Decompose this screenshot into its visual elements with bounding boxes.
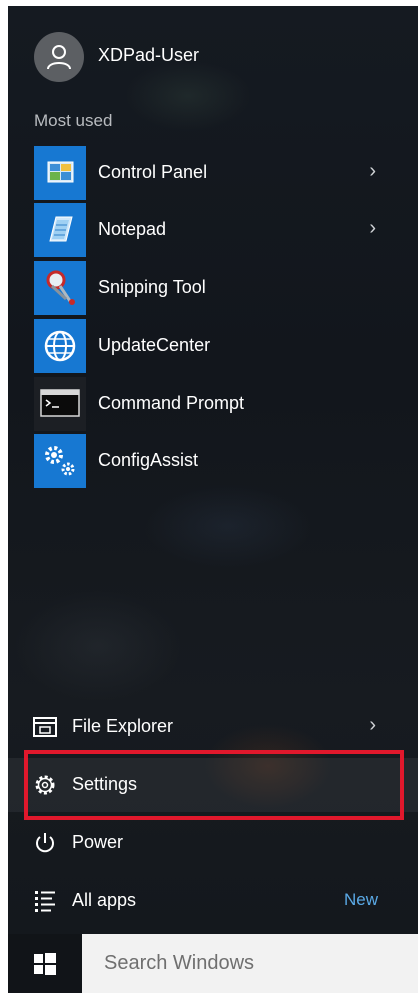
all-apps-label: All apps	[72, 890, 137, 910]
notepad-icon	[34, 203, 86, 257]
folder-icon	[32, 714, 58, 740]
app-label: ConfigAssist	[98, 450, 199, 470]
user-account[interactable]: XDPad-User	[8, 28, 418, 84]
app-label: Notepad	[98, 219, 167, 239]
app-label: Control Panel	[98, 162, 208, 182]
gears-icon	[34, 434, 86, 488]
search-input[interactable]	[82, 934, 418, 993]
chevron-right-icon[interactable]: ›	[369, 714, 376, 737]
app-item-updatecenter[interactable]: UpdateCenter	[8, 319, 418, 375]
app-label: Command Prompt	[98, 393, 245, 413]
settings-item[interactable]: Settings	[8, 758, 418, 812]
user-name: XDPad-User	[98, 45, 200, 65]
globe-icon	[34, 319, 86, 373]
file-explorer-label: File Explorer	[72, 716, 174, 736]
snipping-tool-icon	[34, 261, 86, 315]
start-button[interactable]	[8, 934, 82, 993]
person-icon	[34, 32, 84, 82]
most-used-heading: Most used	[34, 111, 113, 130]
new-badge: New	[343, 890, 378, 909]
all-apps-item[interactable]: All apps New	[8, 874, 418, 928]
gear-icon	[32, 772, 58, 798]
windows-logo-icon	[34, 953, 56, 975]
settings-label: Settings	[72, 774, 138, 794]
app-item-control-panel[interactable]: Control Panel ›	[8, 146, 418, 202]
power-icon	[32, 830, 58, 856]
list-icon	[32, 888, 58, 914]
app-item-snipping-tool[interactable]: Snipping Tool	[8, 261, 418, 317]
search-box[interactable]	[82, 934, 418, 993]
control-panel-icon	[34, 146, 86, 200]
file-explorer-item[interactable]: File Explorer ›	[8, 700, 418, 754]
taskbar	[8, 934, 418, 993]
app-item-command-prompt[interactable]: Command Prompt	[8, 377, 418, 433]
power-item[interactable]: Power	[8, 816, 418, 870]
start-menu: XDPad-User Most used Control Panel › Not…	[8, 6, 418, 934]
app-label: UpdateCenter	[98, 335, 211, 355]
chevron-right-icon[interactable]: ›	[369, 160, 376, 183]
app-item-notepad[interactable]: Notepad ›	[8, 203, 418, 259]
command-prompt-icon	[34, 377, 86, 431]
power-label: Power	[72, 832, 124, 852]
app-item-configassist[interactable]: ConfigAssist	[8, 434, 418, 490]
chevron-right-icon[interactable]: ›	[369, 217, 376, 240]
app-label: Snipping Tool	[98, 277, 206, 297]
